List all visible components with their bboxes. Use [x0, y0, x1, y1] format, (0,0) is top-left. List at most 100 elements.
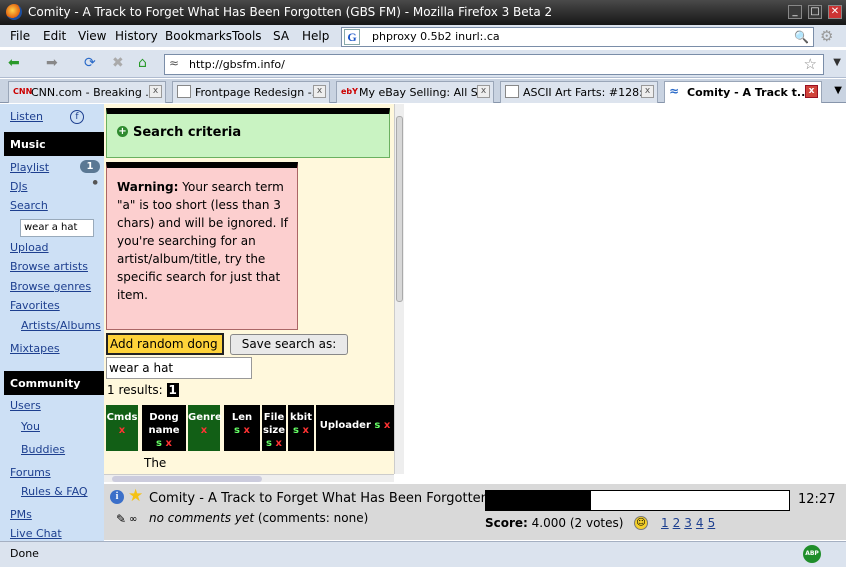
vote-2-link[interactable]: 2 — [673, 516, 681, 530]
remove-column-icon[interactable]: x — [188, 424, 220, 437]
close-window-button[interactable]: ✕ — [828, 5, 842, 19]
sidebar-item-search[interactable]: Search — [10, 199, 48, 212]
sort-icon[interactable]: s — [156, 438, 162, 449]
chevron-down-icon[interactable]: ▼ — [833, 57, 841, 68]
score-value: 4.000 (2 votes) — [527, 516, 624, 530]
close-tab-icon[interactable]: x — [805, 85, 818, 98]
sort-icon[interactable]: s — [293, 425, 299, 436]
menu-help[interactable]: Help — [302, 29, 329, 43]
menu-history[interactable]: History — [115, 29, 158, 43]
tab-frontpage[interactable]: Frontpage Redesign -... x — [172, 81, 330, 103]
remove-column-icon[interactable]: x — [302, 425, 308, 436]
minimize-button[interactable]: _ — [788, 5, 802, 19]
vote-3-link[interactable]: 3 — [684, 516, 692, 530]
url-bar[interactable]: ≈ http://gbsfm.info/ ☆ ▼ — [164, 54, 841, 75]
sidebar-item-pms[interactable]: PMs — [10, 508, 32, 521]
pencil-icon[interactable]: ✎ — [116, 512, 126, 526]
menu-file[interactable]: File — [10, 29, 30, 43]
sidebar-item-forums[interactable]: Forums — [10, 466, 51, 479]
column-uploader[interactable]: Uploader s x — [316, 405, 394, 451]
glasses-icon[interactable]: ∞ — [129, 514, 137, 525]
sidebar-item-mixtapes[interactable]: Mixtapes — [10, 342, 60, 355]
menu-sa[interactable]: SA — [273, 29, 289, 43]
listen-link[interactable]: Listen — [10, 110, 43, 123]
search-criteria-box[interactable]: + Search criteria — [106, 108, 390, 158]
sidebar-item-upload[interactable]: Upload — [10, 241, 49, 254]
menu-tools[interactable]: Tools — [232, 29, 262, 43]
close-tab-icon[interactable]: x — [313, 85, 326, 98]
menu-bookmarks[interactable]: Bookmarks — [165, 29, 232, 43]
column-genre[interactable]: Genre x — [188, 405, 222, 451]
column-dong-name[interactable]: Dong name s x — [142, 405, 186, 451]
sidebar-search-input[interactable]: wear a hat — [20, 219, 94, 237]
tab-label: ASCII Art Farts: #128:... — [523, 86, 654, 99]
flash-icon[interactable]: f — [70, 110, 84, 124]
sidebar-item-playlist[interactable]: Playlist — [10, 161, 49, 174]
column-file-size[interactable]: File size s x — [262, 405, 286, 451]
google-icon[interactable]: G — [344, 29, 360, 45]
sidebar-item-djs[interactable]: DJs — [10, 180, 27, 193]
remove-column-icon[interactable]: x — [384, 420, 390, 431]
vote-5-link[interactable]: 5 — [708, 516, 716, 530]
search-input[interactable]: G phproxy 0.5b2 inurl:.ca 🔍 — [341, 27, 814, 47]
close-tab-icon[interactable]: x — [641, 85, 654, 98]
tab-ebay[interactable]: ebY My eBay Selling: All S... x — [336, 81, 494, 103]
tab-list-chevron-icon[interactable]: ▼ — [834, 85, 842, 96]
sidebar-item-users[interactable]: Users — [10, 399, 41, 412]
remove-column-icon[interactable]: x — [106, 424, 138, 437]
home-icon[interactable]: ⌂ — [138, 55, 147, 71]
adblock-plus-icon[interactable]: ABP — [803, 545, 821, 563]
save-search-button[interactable]: Save search as: — [230, 334, 348, 355]
search-criteria-label: Search criteria — [133, 125, 242, 140]
results-page-link[interactable]: 1 — [166, 383, 179, 397]
save-search-name-input[interactable]: wear a hat — [106, 357, 252, 379]
column-kbit[interactable]: kbit s x — [288, 405, 314, 451]
sidebar-item-browse-genres[interactable]: Browse genres — [10, 280, 91, 293]
sidebar-item-you[interactable]: You — [21, 420, 40, 433]
maximize-button[interactable]: □ — [808, 5, 822, 19]
bookmark-star-icon[interactable]: ☆ — [804, 55, 817, 73]
horizontal-scrollbar[interactable] — [104, 474, 394, 482]
column-len[interactable]: Len s x — [224, 405, 260, 451]
sidebar-item-artists-albums[interactable]: Artists/Albums — [21, 319, 101, 332]
remove-column-icon[interactable]: x — [275, 438, 281, 449]
column-label: Cmds — [106, 412, 138, 423]
sort-icon[interactable]: s — [266, 438, 272, 449]
sort-icon[interactable]: s — [374, 420, 380, 431]
column-cmds[interactable]: Cmds x — [106, 405, 138, 451]
scrollbar-thumb[interactable] — [112, 476, 262, 482]
menu-edit[interactable]: Edit — [43, 29, 66, 43]
firefox-icon — [6, 4, 22, 20]
scrollbar-thumb[interactable] — [396, 116, 403, 302]
sort-icon[interactable]: s — [234, 425, 240, 436]
add-random-dong-button[interactable]: Add random dong — [106, 333, 224, 355]
results-count: 1 results: 1 — [107, 383, 179, 397]
menu-view[interactable]: View — [78, 29, 106, 43]
status-text: Done — [10, 547, 39, 560]
sidebar-item-favorites[interactable]: Favorites — [10, 299, 60, 312]
reload-icon[interactable]: ⟳ — [84, 55, 96, 71]
tab-cnn[interactable]: CNN CNN.com - Breaking ... x — [8, 81, 166, 103]
close-tab-icon[interactable]: x — [477, 85, 490, 98]
vote-4-link[interactable]: 4 — [696, 516, 704, 530]
vote-1-link[interactable]: 1 — [661, 516, 669, 530]
tab-ascii[interactable]: ASCII Art Farts: #128:... x — [500, 81, 658, 103]
sidebar-item-rules-faq[interactable]: Rules & FAQ — [21, 485, 88, 498]
info-icon[interactable]: i — [110, 490, 124, 504]
expand-plus-icon[interactable]: + — [117, 126, 128, 137]
sidebar-item-live-chat[interactable]: Live Chat — [10, 527, 62, 540]
search-icon[interactable]: 🔍 — [794, 30, 809, 44]
favorite-star-icon[interactable]: ★ — [128, 486, 143, 506]
back-icon[interactable]: ⬅ — [8, 55, 20, 71]
close-tab-icon[interactable]: x — [149, 85, 162, 98]
forward-icon[interactable]: ➡ — [46, 55, 58, 71]
tab-comity[interactable]: ≈ Comity - A Track t... x — [664, 81, 822, 103]
gear-icon[interactable]: ⚙ — [820, 27, 833, 45]
sidebar-item-browse-artists[interactable]: Browse artists — [10, 260, 88, 273]
remove-column-icon[interactable]: x — [165, 438, 171, 449]
remove-column-icon[interactable]: x — [243, 425, 249, 436]
sidebar-item-buddies[interactable]: Buddies — [21, 443, 65, 456]
stop-icon[interactable]: ✖ — [112, 55, 124, 71]
vertical-scrollbar[interactable] — [394, 104, 404, 474]
community-header: Community — [4, 371, 104, 395]
